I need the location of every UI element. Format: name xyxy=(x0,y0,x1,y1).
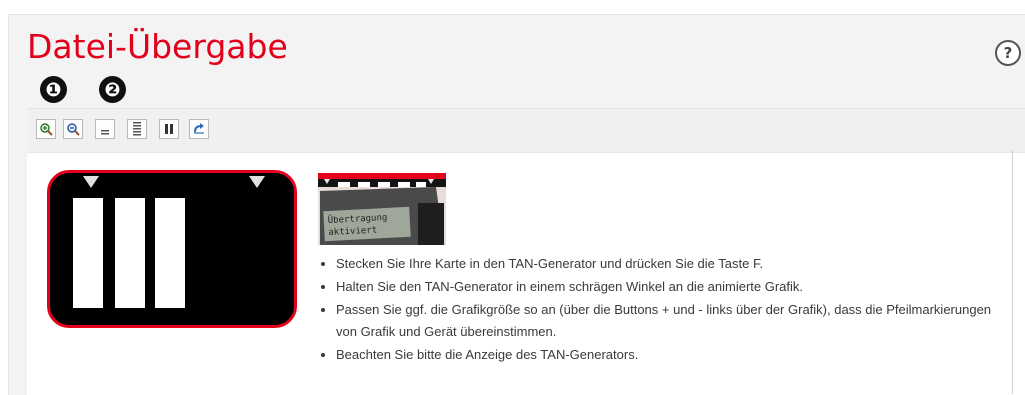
marker-2: ❷ xyxy=(99,76,126,103)
slower-button[interactable] xyxy=(95,119,115,139)
zoom-out-button[interactable] xyxy=(63,119,83,139)
arrow-marker-left-icon xyxy=(83,176,99,188)
divider xyxy=(1012,150,1013,394)
flicker-bar xyxy=(115,198,145,308)
instruction-item: Halten Sie den TAN-Generator in einem sc… xyxy=(318,276,998,298)
faster-button[interactable] xyxy=(127,119,147,139)
restart-icon xyxy=(194,123,204,134)
faster-icon xyxy=(133,122,141,136)
pause-button[interactable] xyxy=(159,119,179,139)
pause-icon xyxy=(165,124,173,134)
instruction-list: Stecken Sie Ihre Karte in den TAN-Genera… xyxy=(318,253,998,367)
arrow-marker-right-icon xyxy=(249,176,265,188)
zoom-in-icon xyxy=(40,123,53,136)
restart-button[interactable] xyxy=(189,119,209,139)
instruction-item: Stecken Sie Ihre Karte in den TAN-Genera… xyxy=(318,253,998,275)
tan-generator-image: Übertragung aktiviert xyxy=(318,173,446,245)
flicker-graphic xyxy=(47,170,297,328)
instruction-item: Beachten Sie bitte die Anzeige des TAN-G… xyxy=(318,344,998,366)
slower-icon xyxy=(101,130,109,135)
flicker-bar xyxy=(155,198,185,308)
help-button[interactable]: ? xyxy=(995,40,1021,66)
help-icon: ? xyxy=(1003,44,1013,62)
flicker-bar xyxy=(73,198,103,308)
page-title: Datei-Übergabe xyxy=(27,27,288,66)
zoom-in-button[interactable] xyxy=(36,119,56,139)
zoom-out-icon xyxy=(67,123,80,136)
instruction-item: Passen Sie ggf. die Grafikgröße so an (ü… xyxy=(318,299,998,343)
toolbar xyxy=(27,108,1025,152)
marker-1: ❶ xyxy=(40,76,67,103)
